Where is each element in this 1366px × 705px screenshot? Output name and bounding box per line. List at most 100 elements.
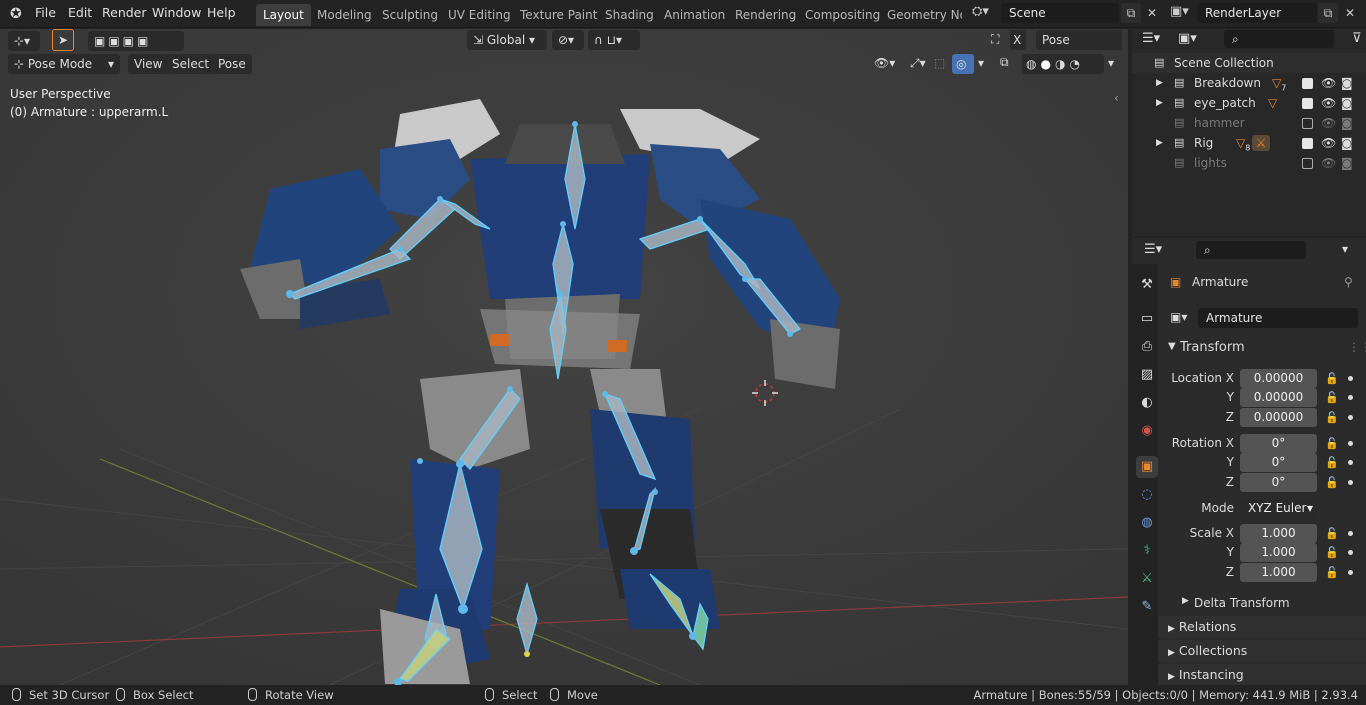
keyframe-dot[interactable] — [1348, 550, 1353, 555]
outliner-item-lights[interactable]: ▤ lights 👁 ◙ — [1132, 153, 1366, 173]
tab-layout[interactable]: Layout — [256, 4, 311, 26]
outliner-item-breakdown[interactable]: ▶ ▤ Breakdown ▽7 👁 ◙ — [1132, 73, 1366, 93]
select-tool-icon[interactable]: ➤ — [52, 29, 74, 51]
location-z-field[interactable]: 0.00000 — [1240, 408, 1317, 427]
keyframe-dot[interactable] — [1348, 441, 1353, 446]
select-mode-icons[interactable]: ▣▣▣▣ — [88, 31, 184, 51]
relations-panel[interactable]: ▶ Relations — [1158, 616, 1366, 638]
tab-modeling[interactable]: Modeling — [310, 4, 379, 26]
camera-icon[interactable]: ◙ — [1341, 133, 1353, 153]
lock-icon[interactable]: 🔓 — [1325, 372, 1339, 385]
collections-panel[interactable]: ▶ Collections — [1158, 640, 1366, 662]
delete-layer-icon[interactable]: ✕ — [1340, 3, 1360, 23]
scale-y-field[interactable]: 1.000 — [1240, 543, 1317, 562]
xray-icon[interactable]: ⧉ — [1000, 55, 1009, 70]
scale-z-field[interactable]: 1.000 — [1240, 563, 1317, 582]
editor-type-icon[interactable]: ⊹▾ — [8, 31, 40, 51]
wireframe-icon[interactable]: ◍ — [1026, 57, 1040, 71]
rotation-y-field[interactable]: 0° — [1240, 453, 1317, 472]
visibility-icon[interactable]: 👁▾ — [874, 56, 895, 70]
options-dropdown-icon[interactable]: ▾ — [1342, 242, 1348, 256]
menu-window[interactable]: Window — [152, 5, 201, 20]
render-layer-icon[interactable]: ▣▾ — [1170, 4, 1189, 19]
rotation-z-field[interactable]: 0° — [1240, 473, 1317, 492]
sidebar-toggle-icon[interactable]: ‹ — [1114, 91, 1119, 105]
keyframe-dot[interactable] — [1348, 415, 1353, 420]
overlays-dropdown-icon[interactable]: ▾ — [978, 56, 984, 70]
keyframe-dot[interactable] — [1348, 395, 1353, 400]
armature-data-tab-icon[interactable]: ⚔ — [1136, 568, 1158, 590]
tab-animation[interactable]: Animation — [657, 4, 732, 26]
exclude-checkbox[interactable] — [1302, 138, 1313, 149]
shading-dropdown-icon[interactable]: ▾ — [1108, 56, 1114, 70]
rotation-mode-dropdown[interactable]: XYZ Euler ▾ — [1240, 499, 1317, 518]
pivot-icon[interactable]: ⊘▾ — [552, 30, 584, 50]
keyframe-dot[interactable] — [1348, 480, 1353, 485]
tab-shading[interactable]: Shading — [598, 4, 661, 26]
scale-x-field[interactable]: 1.000 — [1240, 524, 1317, 543]
tab-geometry-nodes[interactable]: Geometry Nod — [880, 4, 962, 26]
eye-icon[interactable]: 👁 — [1321, 73, 1336, 93]
overlays-icon[interactable]: ◎ — [952, 54, 974, 74]
camera-icon[interactable]: ◙ — [1341, 93, 1353, 113]
view-layer-tab-icon[interactable]: ▨ — [1136, 364, 1158, 386]
mode-dropdown[interactable]: ⊹ Pose Mode ▾ — [8, 54, 120, 74]
outliner-item-rig[interactable]: ▶ ▤ Rig ▽8 ⚔ 👁 ◙ — [1132, 133, 1366, 153]
new-scene-icon[interactable]: ⧉ — [1121, 3, 1141, 23]
exclude-checkbox[interactable] — [1302, 78, 1313, 89]
outliner-item-eye-patch[interactable]: ▶ ▤ eye_patch ▽ 👁 ◙ — [1132, 93, 1366, 113]
solid-icon[interactable]: ● — [1040, 57, 1054, 71]
render-layer-field[interactable]: RenderLayer — [1197, 3, 1317, 23]
exclude-checkbox[interactable] — [1302, 98, 1313, 109]
eye-icon[interactable]: 👁 — [1321, 113, 1336, 133]
exclude-checkbox[interactable] — [1302, 118, 1313, 129]
delete-scene-icon[interactable]: ✕ — [1142, 3, 1162, 23]
gizmo-icon[interactable]: ⤢▾ — [910, 56, 926, 71]
camera-icon[interactable]: ◙ — [1341, 73, 1353, 93]
properties-search-input[interactable]: ⌕ — [1196, 241, 1306, 259]
constraints-tab-icon[interactable]: ⚕ — [1136, 540, 1158, 562]
output-tab-icon[interactable]: ⎙ — [1136, 336, 1158, 358]
armature-icon[interactable]: ⚔ — [1252, 135, 1270, 151]
lock-icon[interactable]: 🔓 — [1325, 546, 1339, 559]
tab-rendering[interactable]: Rendering — [728, 4, 803, 26]
snap-icon[interactable]: ∩ ⊔▾ — [588, 30, 640, 50]
delta-transform-header[interactable]: ▶ Delta Transform — [1158, 593, 1366, 613]
new-layer-icon[interactable]: ⧉ — [1318, 3, 1338, 23]
tab-sculpting[interactable]: Sculpting — [375, 4, 445, 26]
render-tab-icon[interactable]: ▭ — [1136, 308, 1158, 330]
eye-icon[interactable]: 👁 — [1321, 153, 1336, 173]
keyframe-dot[interactable] — [1348, 460, 1353, 465]
viewport-scene[interactable] — [0, 29, 1128, 685]
object-tab-icon[interactable]: ▣ — [1136, 456, 1158, 478]
tab-uv-editing[interactable]: UV Editing — [441, 4, 518, 26]
shading-modes[interactable]: ◍●◑◔ — [1022, 54, 1104, 74]
transform-gizmo-icon[interactable]: ⛶ — [991, 32, 999, 47]
bone-tab-icon[interactable]: ✎ — [1136, 596, 1158, 618]
outliner-search-input[interactable]: ⌕ — [1224, 30, 1334, 48]
lock-icon[interactable]: 🔓 — [1325, 437, 1339, 450]
transform-header[interactable]: ▼ Transform ⋮⋮ — [1158, 338, 1366, 360]
pose-menu[interactable]: Pose — [212, 54, 252, 74]
gizmo-toggle-icon[interactable]: ⬚ — [934, 56, 945, 70]
view-layer-icon[interactable]: ▣▾ — [1178, 31, 1197, 46]
object-name-field[interactable]: Armature — [1198, 308, 1358, 328]
keyframe-dot[interactable] — [1348, 531, 1353, 536]
drag-handle-icon[interactable]: ⋮⋮ — [1348, 340, 1366, 354]
rotation-x-field[interactable]: 0° — [1240, 434, 1317, 453]
lock-icon[interactable]: 🔓 — [1325, 411, 1339, 424]
expand-icon[interactable]: ▶ — [1156, 73, 1163, 93]
scene-field[interactable]: Scene — [1001, 3, 1119, 23]
menu-render[interactable]: Render — [102, 5, 147, 20]
menu-edit[interactable]: Edit — [68, 5, 92, 20]
lock-icon[interactable]: 🔓 — [1325, 566, 1339, 579]
scene-collection-row[interactable]: ▤ Scene Collection — [1132, 53, 1366, 73]
scene-icon[interactable]: ⛭▾ — [972, 4, 989, 19]
filter-icon[interactable]: ⊽ — [1352, 31, 1362, 46]
select-menu[interactable]: Select — [166, 54, 216, 74]
lock-icon[interactable]: 🔓 — [1325, 476, 1339, 489]
physics-tab-icon[interactable]: ◍ — [1136, 512, 1158, 534]
menu-help[interactable]: Help — [207, 5, 236, 20]
keyframe-dot[interactable] — [1348, 376, 1353, 381]
expand-icon[interactable]: ▶ — [1156, 93, 1163, 113]
